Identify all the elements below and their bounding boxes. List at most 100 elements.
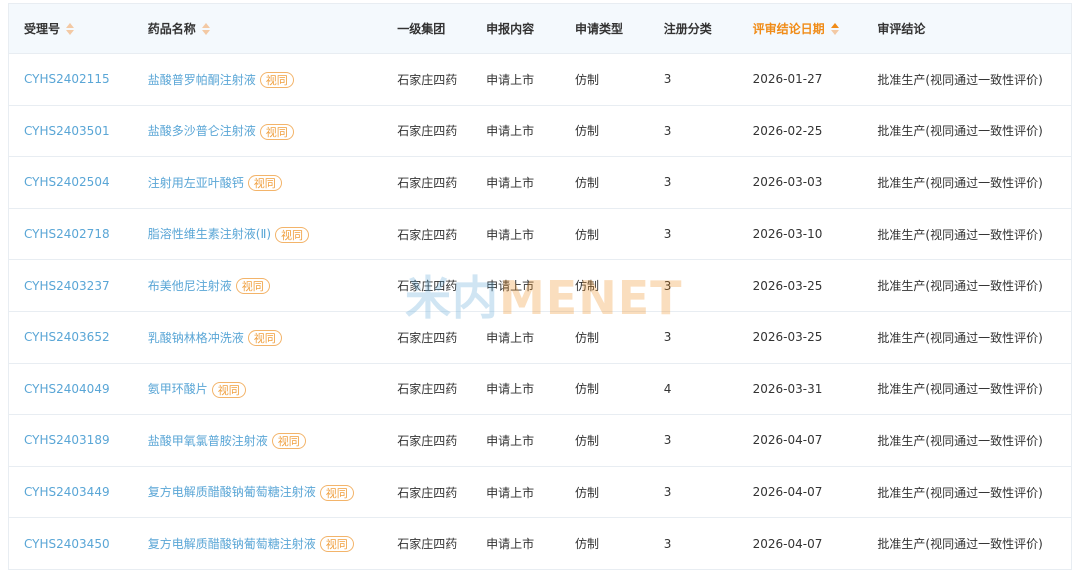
apply-type-cell: 仿制 [574, 124, 599, 139]
accept-no-link[interactable]: CYHS2403449 [24, 485, 110, 499]
reg-class-cell: 3 [663, 278, 672, 293]
apply-type-cell: 仿制 [574, 433, 599, 448]
sort-icon[interactable] [66, 22, 75, 35]
status-badge: 视同 [211, 381, 246, 398]
reg-class-cell: 3 [663, 485, 672, 500]
review-date-cell: 2026-03-03 [752, 175, 823, 190]
conclusion-cell: 批准生产(视同通过一致性评价) [877, 227, 1043, 242]
review-date-cell: 2026-04-07 [752, 433, 823, 448]
apply-type-cell: 仿制 [574, 279, 599, 294]
content-cell: 申请上市 [486, 72, 535, 87]
accept-no-link[interactable]: CYHS2403450 [24, 537, 110, 551]
reg-class-cell: 3 [663, 72, 672, 87]
header-reg-class: 注册分类 [663, 22, 712, 36]
drug-name-link[interactable]: 注射用左亚叶酸钙 [148, 176, 244, 190]
group-cell: 石家庄四药 [397, 72, 458, 87]
status-badge: 视同 [235, 278, 270, 295]
conclusion-cell: 批准生产(视同通过一致性评价) [877, 330, 1043, 345]
apply-type-cell: 仿制 [574, 382, 599, 397]
accept-no-link[interactable]: CYHS2402718 [24, 227, 110, 241]
accept-no-link[interactable]: CYHS2403652 [24, 330, 110, 344]
table-row: CYHS2403237 布美他尼注射液 视同 石家庄四药 申请上市 仿制 3 20… [9, 260, 1071, 312]
conclusion-cell: 批准生产(视同通过一致性评价) [877, 537, 1043, 552]
status-badge: 视同 [319, 536, 354, 553]
reg-class-cell: 3 [663, 227, 672, 242]
accept-no-link[interactable]: CYHS2402504 [24, 175, 110, 189]
conclusion-cell: 批准生产(视同通过一致性评价) [877, 485, 1043, 500]
conclusion-cell: 批准生产(视同通过一致性评价) [877, 433, 1043, 448]
review-date-cell: 2026-01-27 [752, 72, 823, 87]
group-cell: 石家庄四药 [397, 175, 458, 190]
group-cell: 石家庄四药 [397, 279, 458, 294]
status-badge: 视同 [275, 226, 310, 243]
drug-name-link[interactable]: 布美他尼注射液 [148, 279, 232, 293]
accept-no-link[interactable]: CYHS2403189 [24, 433, 110, 447]
drug-name-link[interactable]: 盐酸多沙普仑注射液 [148, 124, 256, 138]
apply-type-cell: 仿制 [574, 72, 599, 87]
apply-type-cell: 仿制 [574, 537, 599, 552]
group-cell: 石家庄四药 [397, 485, 458, 500]
reg-class-cell: 3 [663, 433, 672, 448]
group-cell: 石家庄四药 [397, 124, 458, 139]
accept-no-link[interactable]: CYHS2403501 [24, 124, 110, 138]
status-badge: 视同 [247, 175, 282, 192]
drug-name-link[interactable]: 盐酸普罗帕酮注射液 [148, 73, 256, 87]
accept-no-link[interactable]: CYHS2403237 [24, 279, 110, 293]
content-cell: 申请上市 [486, 124, 535, 139]
header-accept-no[interactable]: 受理号 [9, 20, 133, 37]
apply-type-cell: 仿制 [574, 485, 599, 500]
table-header: 受理号 药品名称 一级集团 申报内容 申请类型 注册分类 评审结论日期 审评结论 [9, 4, 1071, 54]
accept-no-link[interactable]: CYHS2404049 [24, 382, 110, 396]
drug-name-link[interactable]: 脂溶性维生素注射液(Ⅱ) [148, 227, 271, 241]
sort-icon[interactable] [201, 22, 210, 35]
header-apply-type: 申请类型 [574, 22, 623, 36]
drug-name-link[interactable]: 复方电解质醋酸钠葡萄糖注射液 [148, 537, 316, 551]
group-cell: 石家庄四药 [397, 227, 458, 242]
table-row: CYHS2403652 乳酸钠林格冲洗液 视同 石家庄四药 申请上市 仿制 3 2… [9, 311, 1071, 364]
group-cell: 石家庄四药 [397, 537, 458, 552]
review-date-cell: 2026-03-31 [752, 381, 823, 396]
header-drug-name[interactable]: 药品名称 [133, 20, 383, 37]
sort-icon[interactable] [830, 22, 839, 35]
conclusion-cell: 批准生产(视同通过一致性评价) [877, 279, 1043, 294]
accept-no-link[interactable]: CYHS2402115 [24, 72, 110, 86]
conclusion-cell: 批准生产(视同通过一致性评价) [877, 175, 1043, 190]
table-row: CYHS2402718 脂溶性维生素注射液(Ⅱ) 视同 石家庄四药 申请上市 仿制… [9, 208, 1071, 261]
table-row: CYHS2403189 盐酸甲氧氯普胺注射液 视同 石家庄四药 申请上市 仿制 3… [9, 415, 1071, 467]
status-badge: 视同 [319, 484, 354, 501]
content-cell: 申请上市 [486, 382, 535, 397]
reg-class-cell: 3 [663, 536, 672, 551]
group-cell: 石家庄四药 [397, 330, 458, 345]
content-cell: 申请上市 [486, 485, 535, 500]
drug-name-link[interactable]: 氨甲环酸片 [148, 382, 208, 396]
review-date-cell: 2026-03-25 [752, 330, 823, 345]
apply-type-cell: 仿制 [574, 227, 599, 242]
header-conclusion: 审评结论 [877, 22, 926, 36]
table-row: CYHS2404049 氨甲环酸片 视同 石家庄四药 申请上市 仿制 4 2026… [9, 363, 1071, 416]
drug-name-link[interactable]: 盐酸甲氧氯普胺注射液 [148, 434, 268, 448]
drug-name-link[interactable]: 复方电解质醋酸钠葡萄糖注射液 [148, 485, 316, 499]
reg-class-cell: 3 [663, 123, 672, 138]
review-date-cell: 2026-02-25 [752, 123, 823, 138]
data-table: 受理号 药品名称 一级集团 申报内容 申请类型 注册分类 评审结论日期 审评结论… [8, 3, 1072, 570]
status-badge: 视同 [259, 72, 294, 89]
apply-type-cell: 仿制 [574, 175, 599, 190]
header-group: 一级集团 [397, 22, 446, 36]
content-cell: 申请上市 [486, 279, 535, 294]
conclusion-cell: 批准生产(视同通过一致性评价) [877, 382, 1043, 397]
reg-class-cell: 4 [663, 381, 672, 396]
review-date-cell: 2026-04-07 [752, 485, 823, 500]
reg-class-cell: 3 [663, 330, 672, 345]
content-cell: 申请上市 [486, 227, 535, 242]
header-review-date[interactable]: 评审结论日期 [738, 20, 863, 37]
table-row: CYHS2402504 注射用左亚叶酸钙 视同 石家庄四药 申请上市 仿制 3 2… [9, 157, 1071, 209]
status-badge: 视同 [271, 433, 306, 450]
drug-name-link[interactable]: 乳酸钠林格冲洗液 [148, 331, 244, 345]
status-badge: 视同 [259, 123, 294, 140]
review-date-cell: 2026-03-25 [752, 278, 823, 293]
review-date-cell: 2026-03-10 [752, 227, 823, 242]
group-cell: 石家庄四药 [397, 433, 458, 448]
review-date-cell: 2026-04-07 [752, 536, 823, 551]
table-row: CYHS2403449 复方电解质醋酸钠葡萄糖注射液 视同 石家庄四药 申请上市 … [9, 466, 1071, 519]
conclusion-cell: 批准生产(视同通过一致性评价) [877, 72, 1043, 87]
